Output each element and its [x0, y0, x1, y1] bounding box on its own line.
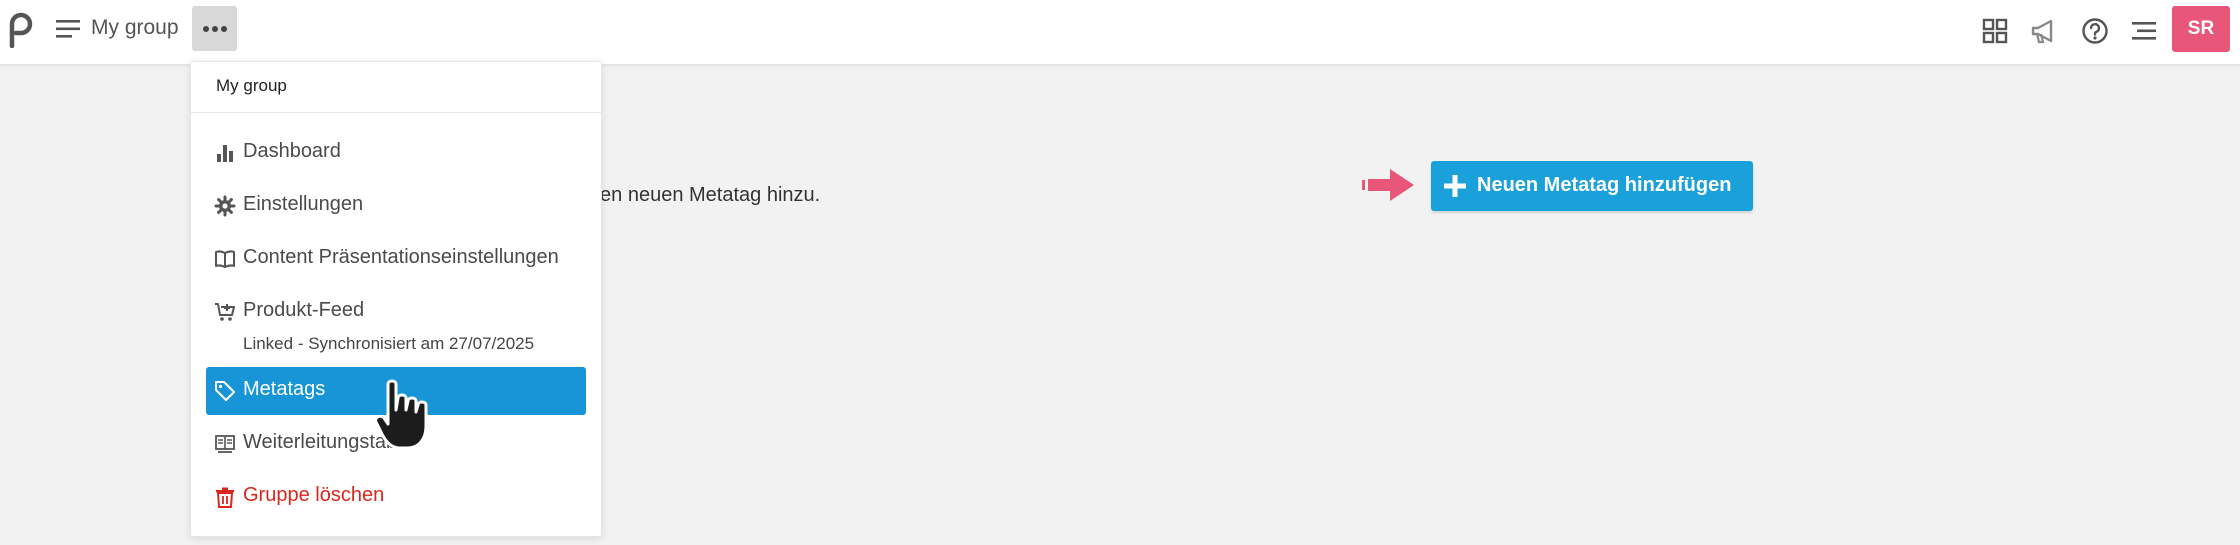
apps-grid-icon[interactable]: [1980, 16, 2010, 46]
top-navigation-bar: My group SR: [0, 0, 2240, 65]
menu-item-label: Gruppe löschen: [243, 484, 385, 506]
hamburger-menu-icon[interactable]: [54, 17, 82, 41]
add-metatag-button-label: Neuen Metatag hinzufügen: [1477, 174, 1732, 196]
product-feed-sync-status: Linked - Synchronisiert am 27/07/2025: [243, 334, 535, 353]
pointer-arrow-icon: [1362, 169, 1414, 201]
trash-icon: [216, 487, 234, 508]
menu-item-label: Einstellungen: [243, 193, 364, 215]
menu-item-delete-group[interactable]: Gruppe löschen: [206, 473, 586, 521]
menu-item-dashboard[interactable]: Dashboard: [206, 129, 586, 177]
dropdown-header-title: My group: [216, 76, 287, 95]
book-icon: [215, 250, 235, 268]
logo-icon[interactable]: [6, 12, 36, 48]
redirect-table-icon: [215, 435, 235, 453]
menu-item-label: Produkt-Feed: [243, 299, 365, 321]
megaphone-icon[interactable]: [2029, 16, 2059, 46]
menu-item-label: Metatags: [243, 378, 326, 400]
ellipsis-icon: [203, 26, 227, 32]
menu-item-product-feed[interactable]: Produkt-Feed Linked - Synchronisiert am …: [206, 288, 586, 363]
menu-item-settings[interactable]: Einstellungen: [206, 182, 586, 230]
dropdown-header: My group: [191, 62, 601, 113]
bar-chart-icon: [217, 145, 233, 162]
plus-icon: [1444, 175, 1466, 197]
tag-icon: [215, 381, 235, 401]
gear-icon: [214, 195, 236, 217]
help-icon[interactable]: [2080, 16, 2110, 46]
group-options-dropdown: My group Dashboard Einstellungen Content…: [190, 61, 602, 537]
cart-icon: [215, 303, 235, 321]
add-metatag-button[interactable]: Neuen Metatag hinzufügen: [1431, 161, 1753, 211]
list-menu-icon[interactable]: [2129, 16, 2159, 46]
menu-item-label: Content Präsentationseinstellungen: [243, 246, 559, 268]
group-title[interactable]: My group: [91, 16, 179, 40]
more-options-button[interactable]: [192, 6, 237, 51]
user-avatar[interactable]: SR: [2172, 6, 2230, 52]
menu-item-content-presentation[interactable]: Content Präsentationseinstellungen: [206, 235, 586, 283]
hand-cursor-icon: [374, 379, 428, 450]
menu-item-label: Dashboard: [243, 140, 341, 162]
